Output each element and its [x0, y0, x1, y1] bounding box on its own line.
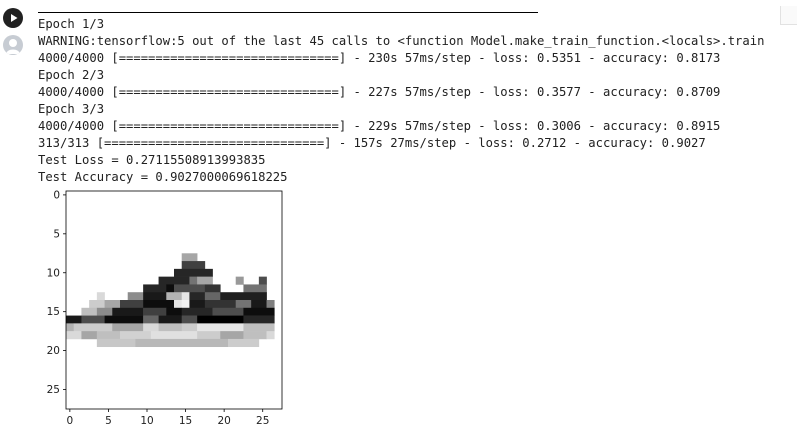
y-tick-label: 0 — [53, 189, 60, 201]
image-pixel — [181, 261, 206, 270]
play-circle-icon — [11, 14, 18, 22]
image-pixel — [143, 307, 167, 316]
image-pixel — [174, 284, 206, 293]
output-line: Test Loss = 0.27115508913993835 — [38, 153, 266, 167]
image-pixel — [127, 292, 144, 301]
image-pixel — [189, 276, 198, 285]
image-pixel — [66, 315, 82, 324]
image-pixel — [197, 315, 244, 324]
image-pixel — [189, 300, 206, 309]
x-tick-label: 15 — [179, 415, 192, 427]
image-pixel — [96, 338, 136, 348]
image-pixel — [197, 331, 221, 340]
output-divider — [38, 12, 538, 13]
image-pixel — [81, 315, 105, 324]
image-pixel — [166, 292, 183, 301]
image-pixel — [120, 331, 152, 340]
image-pixel — [228, 338, 260, 348]
y-tick-label: 10 — [47, 267, 60, 279]
image-pixel — [135, 338, 229, 348]
output-line: 4000/4000 [=============================… — [38, 119, 721, 133]
image-pixel — [220, 292, 267, 301]
image-pixel — [174, 268, 213, 277]
image-pixel — [81, 307, 98, 316]
image-pixel — [96, 292, 105, 301]
image-pixel — [143, 292, 167, 301]
output-line: Epoch 1/3 — [38, 17, 105, 31]
image-pixel — [104, 315, 144, 324]
x-tick-label: 25 — [256, 415, 269, 427]
output-line: Epoch 2/3 — [38, 68, 105, 82]
image-pixel — [204, 284, 221, 293]
run-cell-button[interactable] — [3, 8, 23, 28]
output-line: Test Accuracy = 0.9027000069618225 — [38, 170, 288, 184]
image-pixel — [220, 331, 244, 340]
image-pixel — [143, 300, 175, 309]
x-tick-label: 5 — [105, 415, 112, 427]
image-pixel — [89, 300, 105, 309]
image-pixel — [120, 300, 144, 309]
image-pixel — [181, 323, 198, 332]
image-pixel — [181, 315, 198, 324]
image-pixel — [197, 276, 213, 285]
image-pixel — [66, 331, 82, 340]
output-line: WARNING:tensorflow:5 out of the last 45 … — [38, 34, 765, 48]
image-pixel — [251, 300, 267, 309]
image-pixel — [158, 276, 190, 285]
image-pixel — [235, 300, 252, 309]
image-pixel — [181, 253, 198, 262]
image-pixel — [158, 323, 183, 332]
image-pixel — [266, 331, 275, 340]
output-line: Epoch 3/3 — [38, 102, 105, 116]
image-pixel — [181, 307, 213, 316]
image-pixel — [112, 323, 144, 332]
output-line: 4000/4000 [=============================… — [38, 51, 721, 65]
image-pixel — [143, 284, 167, 293]
image-pixel — [266, 300, 275, 309]
x-tick-label: 10 — [140, 415, 153, 427]
image-pixel — [143, 315, 159, 324]
x-tick-label: 0 — [67, 415, 74, 427]
image-pixel — [166, 307, 183, 316]
image-pixel — [174, 300, 183, 309]
image-pixel — [243, 307, 275, 316]
image-pixel — [181, 300, 190, 309]
image-pixel — [204, 300, 237, 309]
image-pixel — [258, 276, 267, 285]
image-pixel — [96, 331, 121, 340]
image-pixel — [73, 323, 113, 332]
image-pixel — [243, 315, 275, 324]
y-tick-label: 25 — [47, 384, 60, 396]
image-pixel — [189, 292, 206, 301]
image-pixel — [212, 307, 244, 316]
image-pixel — [158, 315, 183, 324]
image-pixel — [243, 284, 267, 293]
image-plot: 0 5 10 15 20 25 0 5 10 15 20 25 — [38, 188, 298, 432]
image-pixel — [66, 323, 75, 332]
image-pixel — [197, 323, 244, 332]
y-tick-label: 15 — [47, 306, 60, 318]
image-pixel — [204, 292, 221, 301]
x-tick-label: 20 — [217, 415, 230, 427]
y-tick-label: 20 — [47, 345, 60, 357]
image-pixel — [181, 292, 190, 301]
output-line: 313/313 [==============================]… — [38, 136, 706, 150]
image-pixel — [112, 307, 144, 316]
image-pixel — [243, 323, 275, 332]
image-pixel — [81, 331, 98, 340]
image-pixel — [166, 284, 175, 293]
y-tick-label: 5 — [53, 228, 60, 240]
output-line: 4000/4000 [=============================… — [38, 85, 721, 99]
image-pixel — [150, 331, 198, 340]
image-pixel — [235, 276, 244, 285]
image-pixel — [243, 331, 267, 340]
heatmap-chart: 0 5 10 15 20 25 0 5 10 15 20 25 — [47, 189, 283, 427]
cell-gutter — [0, 0, 30, 443]
image-pixel — [104, 300, 121, 309]
cell-output-text: Epoch 1/3 WARNING:tensorflow:5 out of th… — [38, 16, 797, 186]
image-pixel — [96, 307, 113, 316]
image-pixel — [143, 323, 159, 332]
user-avatar-icon — [3, 35, 23, 55]
